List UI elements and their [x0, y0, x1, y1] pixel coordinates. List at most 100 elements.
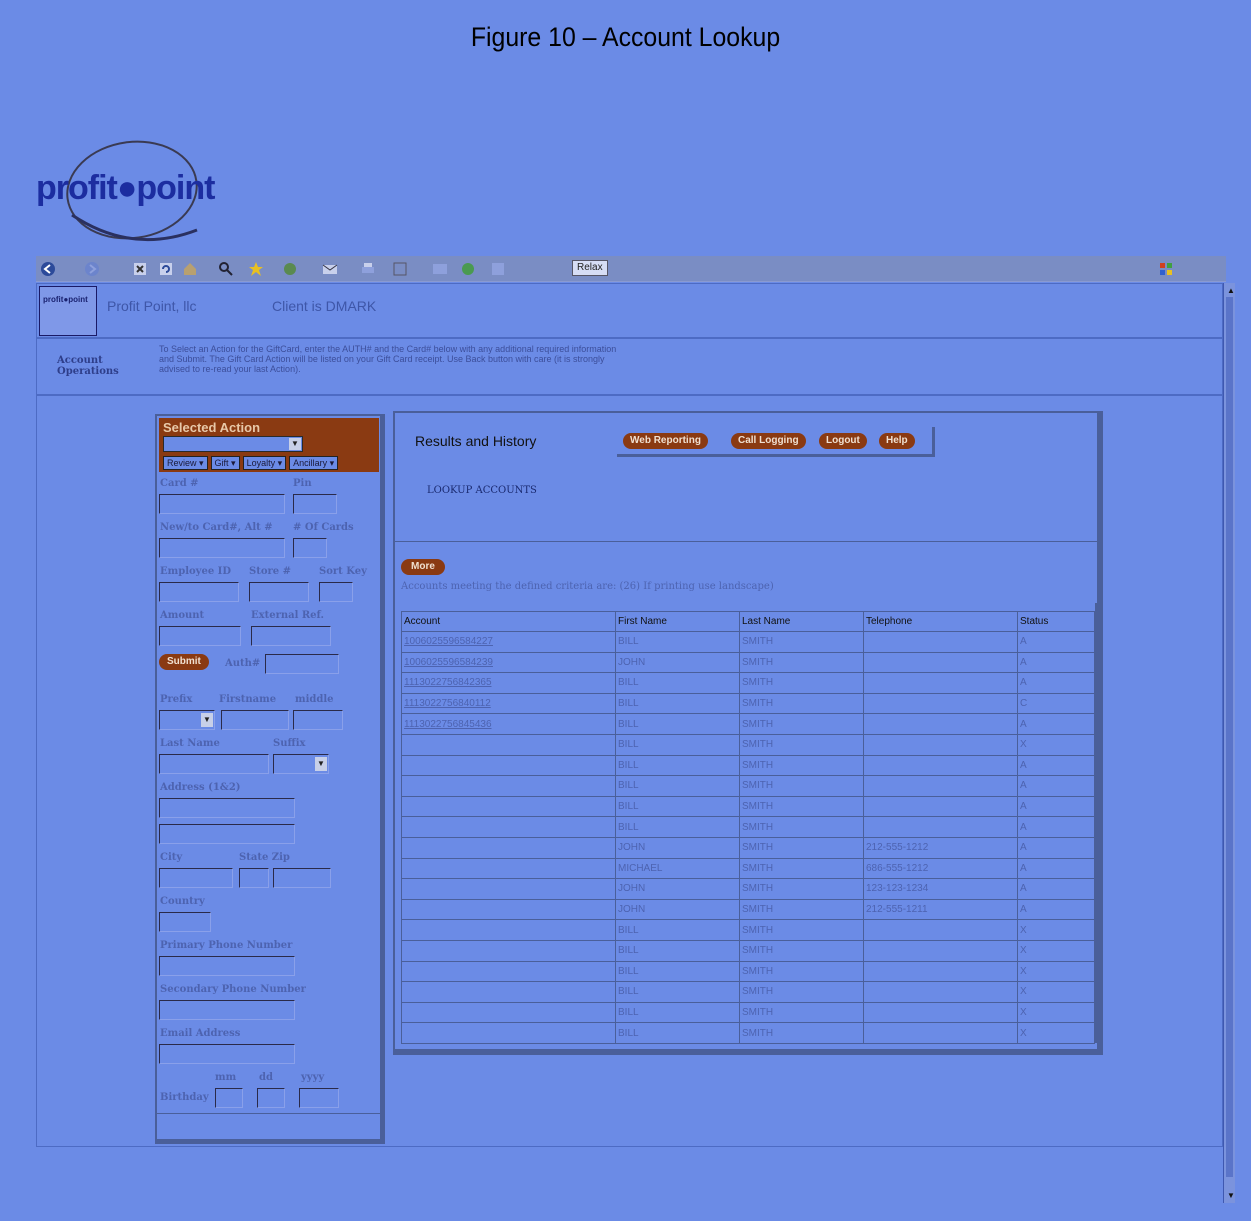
pin-input[interactable]	[293, 494, 337, 514]
gift-menu-button[interactable]: Gift ▾	[210, 456, 240, 470]
table-row[interactable]: BILL SMITH X	[401, 919, 1095, 941]
table-row[interactable]: 1113022756842365 BILL SMITH A	[401, 672, 1095, 694]
account-cell[interactable]: 1006025596584239	[401, 651, 616, 674]
sort-key-input[interactable]	[319, 582, 353, 602]
table-row[interactable]: BILL SMITH A	[401, 754, 1095, 777]
table-row[interactable]: BILL SMITH A	[401, 775, 1095, 797]
operations-label-line1: Account	[57, 355, 103, 366]
research-icon[interactable]	[490, 261, 506, 277]
windows-flag-icon	[1160, 263, 1172, 275]
scroll-up-icon[interactable]: ▲	[1227, 286, 1235, 295]
table-row[interactable]: MICHAEL SMITH 686-555-1212 A	[401, 857, 1095, 880]
logo-text: profit●point	[36, 169, 215, 207]
country-input[interactable]	[159, 912, 211, 932]
first-name-cell: BILL	[615, 754, 740, 777]
telephone-cell	[863, 939, 1018, 962]
table-row[interactable]: BILL SMITH X	[401, 981, 1095, 1003]
num-cards-input[interactable]	[293, 538, 327, 558]
submit-button[interactable]: Submit	[159, 654, 209, 670]
telephone-cell	[863, 631, 1018, 653]
print-icon[interactable]	[360, 261, 376, 277]
mail-icon[interactable]	[322, 261, 338, 277]
status-cell: A	[1017, 672, 1095, 694]
table-row[interactable]: BILL SMITH X	[401, 939, 1095, 962]
address-line1-input[interactable]	[159, 798, 295, 818]
call-logging-button[interactable]: Call Logging	[731, 433, 806, 449]
account-cell[interactable]: 1113022756840112	[401, 692, 616, 715]
table-row[interactable]: BILL SMITH X	[401, 1001, 1095, 1024]
table-row[interactable]: BILL SMITH A	[401, 816, 1095, 838]
loyalty-menu-button[interactable]: Loyalty ▾	[242, 456, 287, 470]
external-ref-input[interactable]	[251, 626, 331, 646]
primary-phone-input[interactable]	[159, 956, 295, 976]
table-row[interactable]: 1113022756845436 BILL SMITH A	[401, 713, 1095, 735]
selected-action-dropdown[interactable]: ▼	[163, 436, 303, 452]
table-row[interactable]: BILL SMITH A	[401, 795, 1095, 818]
table-row[interactable]: JOHN SMITH 212-555-1211 A	[401, 898, 1095, 921]
account-cell[interactable]: 1113022756842365	[401, 672, 616, 694]
prefix-select[interactable]: ▼	[159, 710, 215, 730]
email-input[interactable]	[159, 1044, 295, 1064]
table-row[interactable]: BILL SMITH X	[401, 1022, 1095, 1044]
relax-button[interactable]: Relax	[572, 260, 608, 276]
account-cell[interactable]: 1006025596584227	[401, 631, 616, 653]
search-icon[interactable]	[218, 261, 234, 277]
back-icon[interactable]	[40, 261, 56, 277]
first-name-cell: BILL	[615, 795, 740, 818]
zip-input[interactable]	[273, 868, 331, 888]
discuss-icon[interactable]	[432, 261, 448, 277]
ancillary-menu-button[interactable]: Ancillary ▾	[289, 456, 339, 470]
table-row[interactable]: BILL SMITH X	[401, 733, 1095, 756]
logout-button[interactable]: Logout	[819, 433, 867, 449]
city-input[interactable]	[159, 868, 233, 888]
middle-input[interactable]	[293, 710, 343, 730]
help-button[interactable]: Help	[879, 433, 915, 449]
first-name-cell: BILL	[615, 631, 740, 653]
amount-label: Amount	[160, 610, 205, 621]
vertical-scrollbar[interactable]: ▲ ▼	[1223, 283, 1235, 1203]
first-name-cell: JOHN	[615, 878, 740, 900]
telephone-cell	[863, 960, 1018, 983]
table-row[interactable]: JOHN SMITH 123-123-1234 A	[401, 878, 1095, 900]
auth-input[interactable]	[265, 654, 339, 674]
card-input[interactable]	[159, 494, 285, 514]
employee-id-input[interactable]	[159, 582, 239, 602]
secondary-phone-input[interactable]	[159, 1000, 295, 1020]
telephone-cell: 212-555-1211	[863, 898, 1018, 921]
amount-input[interactable]	[159, 626, 241, 646]
review-menu-button[interactable]: Review ▾	[163, 456, 208, 470]
scrollbar-thumb[interactable]	[1226, 297, 1233, 1177]
telephone-cell: 123-123-1234	[863, 878, 1018, 900]
account-cell	[401, 898, 616, 921]
state-input[interactable]	[239, 868, 269, 888]
table-row[interactable]: 1006025596584227 BILL SMITH A	[401, 631, 1095, 653]
stop-icon[interactable]	[132, 261, 148, 277]
forward-icon[interactable]	[84, 261, 100, 277]
firstname-input[interactable]	[221, 710, 289, 730]
last-name-cell: SMITH	[739, 960, 864, 983]
telephone-cell	[863, 816, 1018, 838]
refresh-icon[interactable]	[158, 261, 174, 277]
scroll-down-icon[interactable]: ▼	[1227, 1191, 1235, 1200]
table-row[interactable]: JOHN SMITH 212-555-1212 A	[401, 836, 1095, 859]
history-icon[interactable]	[282, 261, 298, 277]
address-line2-input[interactable]	[159, 824, 295, 844]
birthday-day-input[interactable]	[257, 1088, 285, 1108]
last-name-input[interactable]	[159, 754, 269, 774]
web-reporting-button[interactable]: Web Reporting	[623, 433, 708, 449]
table-row[interactable]: 1113022756840112 BILL SMITH C	[401, 692, 1095, 715]
birthday-year-input[interactable]	[299, 1088, 339, 1108]
suffix-select[interactable]: ▼	[273, 754, 329, 774]
table-row[interactable]: 1006025596584239 JOHN SMITH A	[401, 651, 1095, 674]
store-input[interactable]	[249, 582, 309, 602]
table-row[interactable]: BILL SMITH X	[401, 960, 1095, 983]
chevron-down-icon: ▼	[201, 713, 213, 727]
favorites-icon[interactable]	[248, 261, 264, 277]
more-button[interactable]: More	[401, 559, 445, 575]
birthday-month-input[interactable]	[215, 1088, 243, 1108]
new-card-input[interactable]	[159, 538, 285, 558]
edit-icon[interactable]	[392, 261, 408, 277]
messenger-icon[interactable]	[460, 261, 476, 277]
home-icon[interactable]	[182, 261, 198, 277]
account-cell[interactable]: 1113022756845436	[401, 713, 616, 735]
